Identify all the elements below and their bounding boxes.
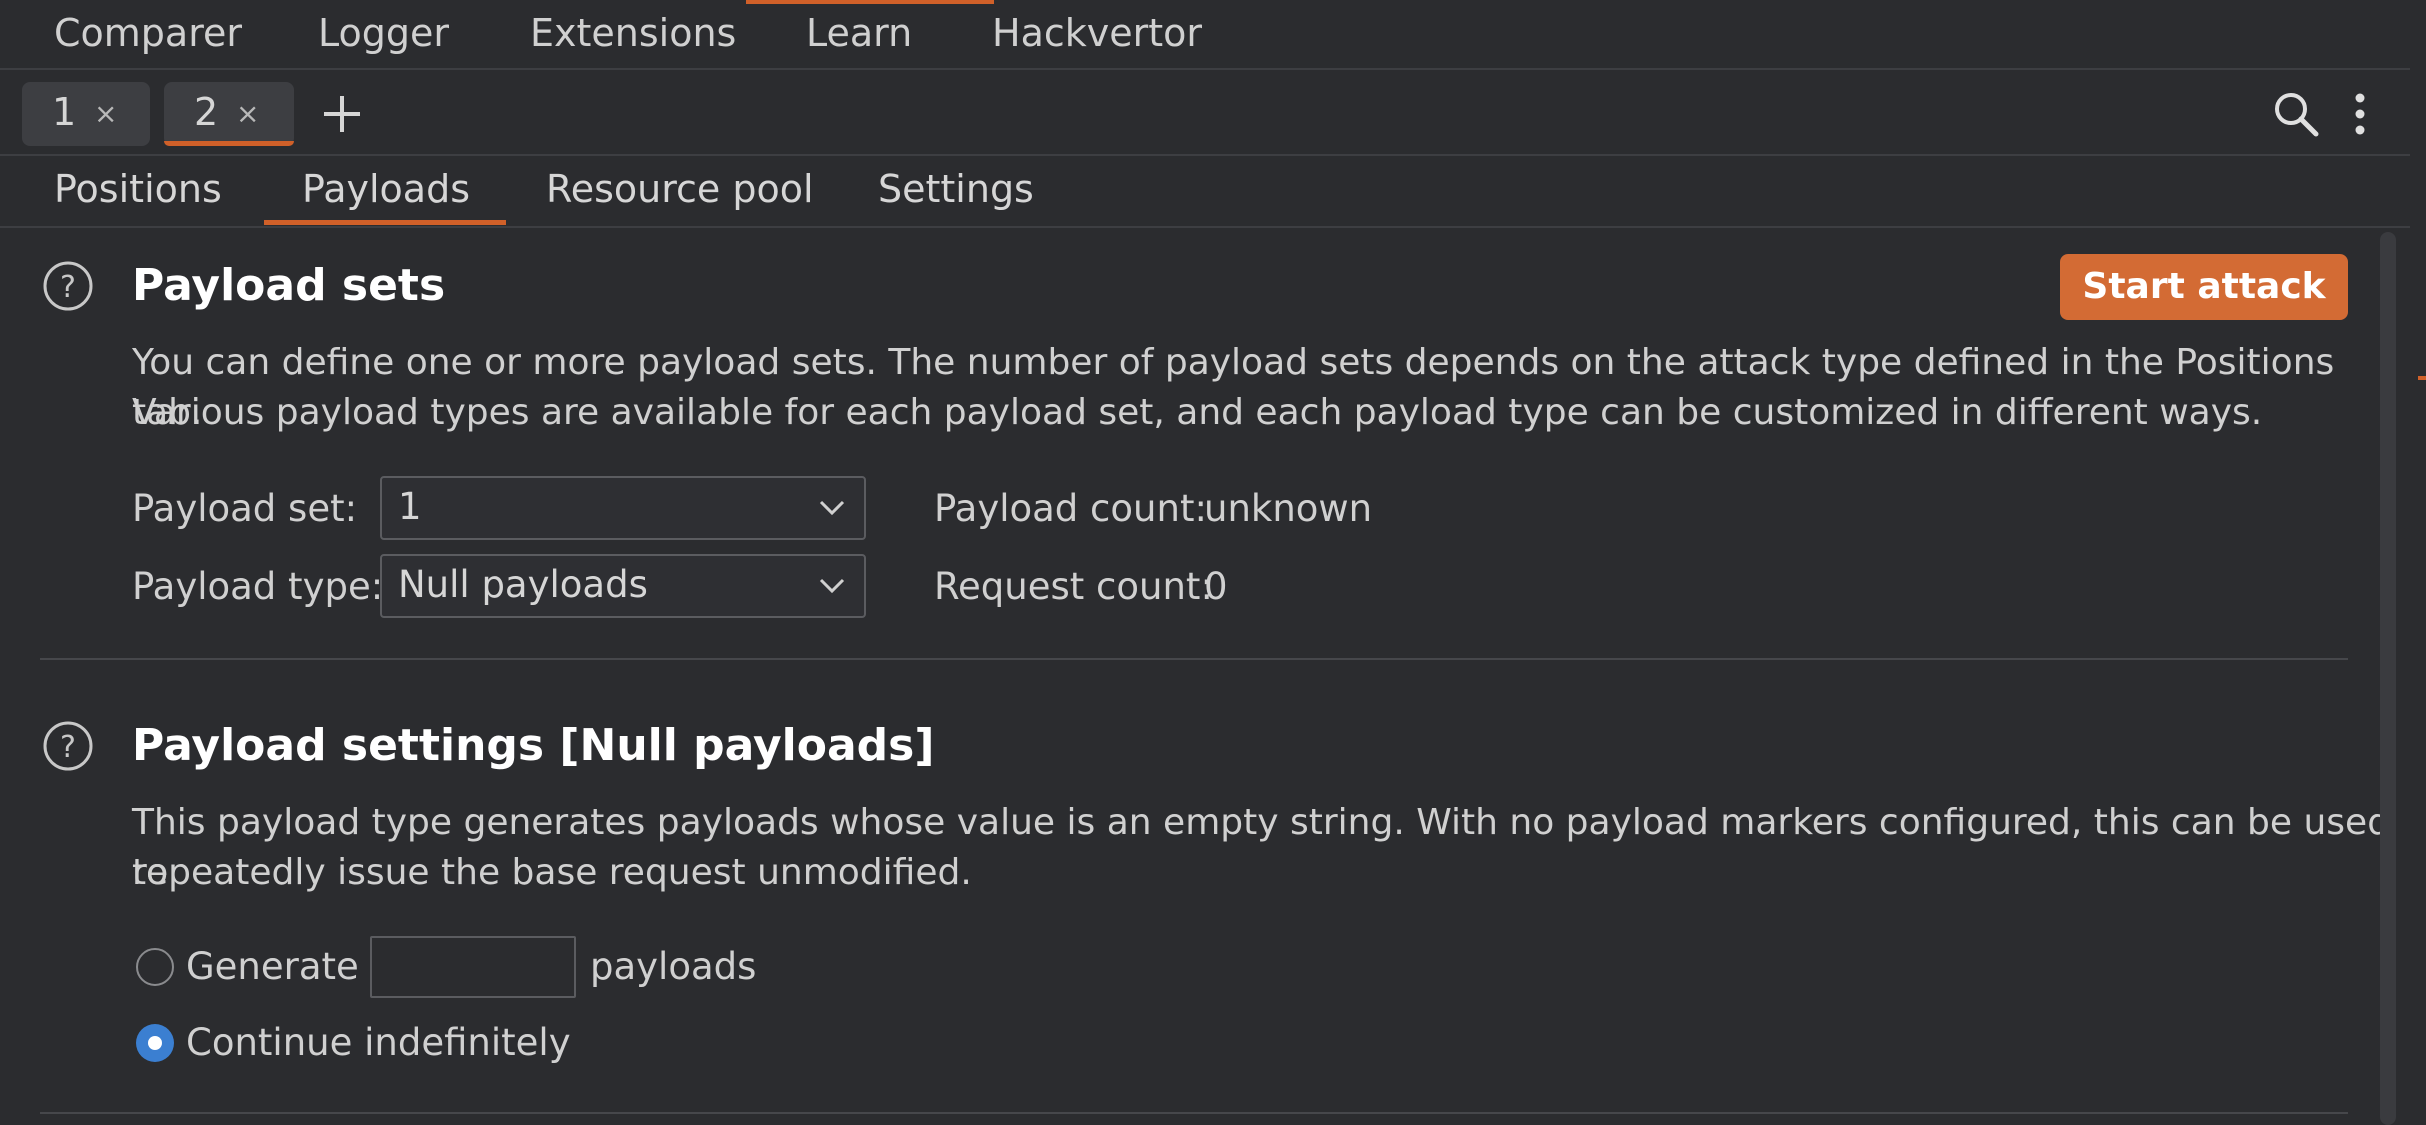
generate-count-input[interactable] [370, 936, 576, 998]
request-count-value: 0 [1204, 565, 1228, 608]
search-icon[interactable] [2270, 88, 2322, 140]
payload-type-label: Payload type: [132, 565, 384, 608]
payload-sets-description-line2: Various payload types are available for … [132, 392, 2263, 433]
chevron-down-icon [819, 500, 845, 516]
payload-set-select[interactable]: 1 [380, 476, 866, 540]
intruder-tab-1[interactable]: 1 × [22, 82, 150, 146]
svg-text:?: ? [60, 270, 76, 305]
nav-item-learn[interactable]: Learn [806, 8, 912, 58]
question-circle-icon[interactable]: ? [42, 720, 94, 772]
nav-active-indicator [746, 0, 994, 4]
intruder-tab-bar: 1 × 2 × [0, 70, 2410, 156]
payload-type-value: Null payloads [398, 563, 648, 606]
payload-type-select[interactable]: Null payloads [380, 554, 866, 618]
payload-set-label: Payload set: [132, 487, 358, 530]
svg-text:?: ? [60, 730, 76, 765]
request-count-label: Request count: [934, 565, 1213, 608]
intruder-tab-2[interactable]: 2 × [164, 82, 294, 146]
payload-count-label: Payload count: [934, 487, 1207, 530]
question-circle-icon[interactable]: ? [42, 260, 94, 312]
tab-resource-pool[interactable]: Resource pool [546, 164, 814, 214]
start-attack-button[interactable]: Start attack [2060, 254, 2348, 320]
payload-settings-description-line2: repeatedly issue the base request unmodi… [132, 852, 972, 893]
nav-item-extensions[interactable]: Extensions [530, 8, 736, 58]
active-subtab-underline [264, 220, 506, 225]
tab-settings[interactable]: Settings [878, 164, 1034, 214]
nav-item-comparer[interactable]: Comparer [54, 8, 242, 58]
top-navigation: Comparer Logger Extensions Learn Hackver… [0, 0, 2410, 70]
continue-indefinitely-radio[interactable] [136, 1024, 174, 1062]
vertical-scrollbar[interactable] [2380, 232, 2396, 1125]
generate-radio[interactable] [136, 948, 174, 986]
close-icon[interactable]: × [236, 84, 259, 144]
tab-positions[interactable]: Positions [54, 164, 222, 214]
tab-label: 1 [52, 90, 77, 134]
section-divider [40, 1112, 2348, 1114]
tab-label: 2 [194, 90, 219, 134]
active-tab-underline [164, 141, 294, 146]
edge-marker [2418, 376, 2426, 380]
continue-indefinitely-label[interactable]: Continue indefinitely [186, 1018, 571, 1068]
payloads-panel: ? Payload sets Start attack You can defi… [18, 228, 2390, 1125]
plus-icon[interactable] [316, 88, 368, 140]
payload-sets-title: Payload sets [132, 260, 446, 311]
nav-item-hackvertor[interactable]: Hackvertor [992, 8, 1202, 58]
section-divider [40, 658, 2348, 660]
payload-set-value: 1 [398, 485, 422, 528]
nav-item-logger[interactable]: Logger [318, 8, 449, 58]
payloads-suffix-label: payloads [590, 945, 757, 988]
generate-label[interactable]: Generate [186, 942, 359, 992]
payload-settings-title: Payload settings [Null payloads] [132, 720, 935, 771]
chevron-down-icon [819, 578, 845, 594]
payload-count-value: unknown [1204, 487, 1373, 530]
close-icon[interactable]: × [94, 84, 117, 144]
more-vertical-icon[interactable] [2348, 90, 2372, 142]
tab-payloads[interactable]: Payloads [302, 164, 470, 214]
sub-tab-bar: Positions Payloads Resource pool Setting… [0, 156, 2410, 228]
